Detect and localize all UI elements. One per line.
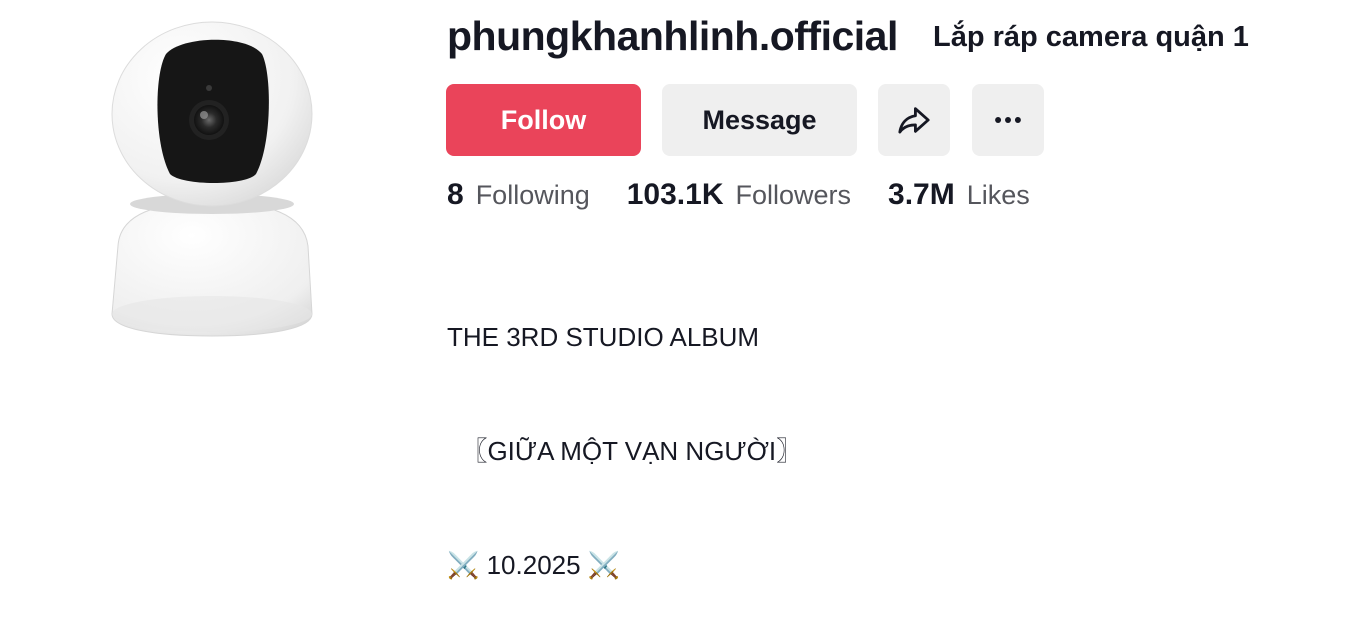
follow-button[interactable]: Follow [446,84,641,156]
likes-stat: 3.7M Likes [888,178,1030,212]
followers-label: Followers [735,180,852,210]
share-arrow-icon [898,107,930,134]
share-button[interactable] [878,84,950,156]
likes-label: Likes [966,180,1030,210]
more-dots-icon [995,117,1021,123]
bio-line: 〖GIỮA MỘT VẠN NGƯỜI〗 [447,436,803,466]
likes-count: 3.7M [888,178,955,211]
nickname: Lắp ráp camera quận 1 [933,21,1249,53]
more-options-button[interactable] [972,84,1044,156]
bio: THE 3RD STUDIO ALBUM 〖GIỮA MỘT VẠN NGƯỜI… [447,242,802,622]
followers-count: 103.1K [626,178,724,211]
bio-line: THE 3RD STUDIO ALBUM [447,322,760,352]
bio-line: ⚔️ 10.2025 ⚔️ [447,550,621,580]
message-button[interactable]: Message [662,84,857,156]
following-label: Following [475,180,590,210]
username: phungkhanhlinh.official [447,13,898,59]
security-camera-icon [111,21,313,337]
following-count: 8 [447,178,464,211]
profile-stats: 8 Following 103.1K Followers 3.7M Likes [447,178,1067,222]
avatar[interactable] [96,14,328,344]
following-stat[interactable]: 8 Following [447,178,590,212]
followers-stat[interactable]: 103.1K Followers [627,178,851,212]
